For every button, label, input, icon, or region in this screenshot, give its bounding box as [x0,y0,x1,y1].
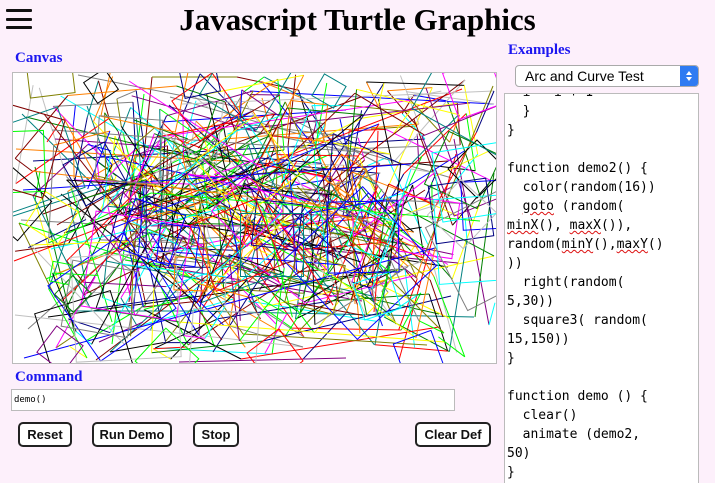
run-demo-button[interactable]: Run Demo [92,422,172,447]
examples-label: Examples [508,42,571,58]
turtle-square [13,129,47,195]
turtle-square [311,73,347,109]
command-label: Command [15,369,83,385]
code-lines: i = i + 1 }} function demo2() { color(ran… [507,94,664,482]
code-line: } [507,123,515,138]
code-line: } [507,465,515,480]
code-line: 5,30)) [507,294,554,309]
turtle-line [102,249,109,298]
turtle-line [475,90,495,133]
code-line: )) [507,256,523,271]
canvas-label: Canvas [15,50,63,66]
code-line: color(random(16)) [507,180,656,195]
page: Javascript Turtle Graphics Canvas Comman… [0,0,715,483]
turtle-line [178,357,347,363]
turtle-line [14,158,33,172]
code-line: minX(), maxX()), [507,218,633,233]
turtle-canvas[interactable] [12,72,497,364]
code-editor[interactable]: i = i + 1 }} function demo2() { color(ran… [504,93,699,483]
turtle-square [13,166,53,242]
turtle-line [352,215,354,237]
turtle-line [453,138,490,326]
command-input[interactable]: demo() [11,389,455,411]
turtle-line [132,102,136,150]
turtle-line [387,87,433,92]
turtle-line [400,292,422,331]
turtle-line [52,106,102,157]
turtle-line [456,103,461,146]
turtle-line [90,307,180,323]
turtle-line [91,245,147,345]
page-title: Javascript Turtle Graphics [179,2,536,37]
turtle-line [14,95,69,159]
reset-button[interactable]: Reset [18,422,72,447]
examples-select[interactable]: Arc and Curve Test [515,65,699,87]
stop-button[interactable]: Stop [193,422,239,447]
turtle-line [416,133,420,164]
turtle-line [488,302,496,326]
turtle-line [15,85,34,184]
turtle-line [72,105,76,127]
turtle-line [86,80,99,118]
turtle-line [431,181,433,213]
code-line: } [507,104,531,119]
code-line: function demo2() { [507,161,648,176]
code-line: right(random( [507,275,625,290]
code-line: } [507,351,515,366]
code-line: animate (demo2, [507,427,641,442]
turtle-square [24,73,76,99]
turtle-line [53,101,134,107]
clear-def-button[interactable]: Clear Def [415,422,491,447]
turtle-line [116,90,137,100]
turtle-line [249,94,281,96]
code-line: random(minY(),maxY() [507,237,664,252]
code-line: clear() [507,408,578,423]
examples-select-value: Arc and Curve Test [525,68,644,84]
turtle-line [93,76,114,122]
code-line: goto (random( [522,199,625,214]
code-line: 50) [507,446,531,461]
code-line: square3( random( [507,313,648,328]
updown-chevron-icon [680,66,698,86]
code-line: 15,150)) [507,332,570,347]
turtle-line [366,81,465,86]
code-line: function demo () { [507,389,648,404]
turtle-line [67,85,177,96]
turtle-line [74,117,88,181]
code-line: i = i + 1 [507,94,664,102]
turtle-line [30,244,126,346]
turtle-drawing [13,73,496,363]
